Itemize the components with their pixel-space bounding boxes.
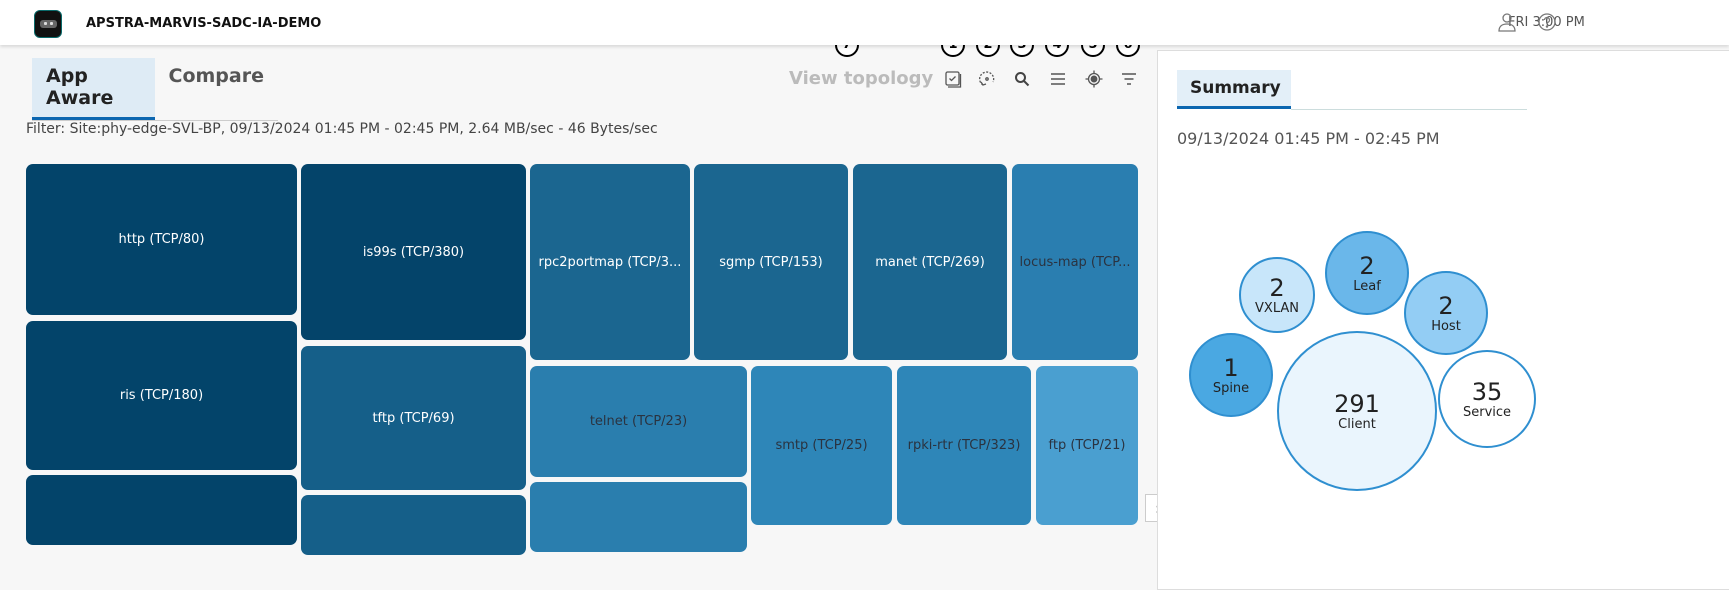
app-logo[interactable] [34,10,62,38]
treemap-tile-ris[interactable]: ris (TCP/180) [26,321,297,470]
bubble-label: Service [1462,404,1512,420]
treemap-tile[interactable] [301,495,526,555]
menu-icon[interactable] [1048,69,1068,89]
bubble-value: 291 [1334,389,1380,418]
bubble-client[interactable]: 291 Client [1277,331,1437,491]
treemap-tile-sgmp[interactable]: sgmp (TCP/153) [694,164,848,360]
filter-summary: Filter: Site:phy-edge-SVL-BP, 09/13/2024… [26,121,658,137]
locate-icon[interactable] [1084,69,1104,89]
org-name: APSTRA-MARVIS-SADC-IA-DEMO [86,16,322,31]
summary-time-range: 09/13/2024 01:45 PM - 02:45 PM [1177,129,1440,148]
treemap-tile[interactable] [530,482,747,552]
bubble-label: Leaf [1353,278,1381,294]
treemap-tile-rpki-rtr[interactable]: rpki-rtr (TCP/323) [897,366,1031,525]
bubble-value: 2 [1438,291,1454,320]
bubble-leaf[interactable]: 2 Leaf [1325,231,1409,315]
treemap-tile-rpc2portmap[interactable]: rpc2portmap (TCP/3... [530,164,690,360]
view-tabs: App Aware Compare [32,58,278,121]
help-icon[interactable] [1537,12,1557,32]
top-bar: APSTRA-MARVIS-SADC-IA-DEMO FRI 3:00 PM [0,0,1729,45]
divider [1291,109,1527,110]
treemap-tile-ftp[interactable]: ftp (TCP/21) [1036,366,1138,525]
bubble-service[interactable]: 35 Service [1438,350,1536,448]
bubble-value: 1 [1223,353,1239,382]
user-icon[interactable] [1497,12,1517,32]
summary-panel: Summary 09/13/2024 01:45 PM - 02:45 PM 2… [1157,50,1729,590]
bubble-spine[interactable]: 1 Spine [1189,333,1273,417]
treemap-tile-is99s[interactable]: is99s (TCP/380) [301,164,526,340]
tab-summary[interactable]: Summary [1177,70,1291,109]
bubble-vxlan[interactable]: 2 VXLAN [1239,257,1315,333]
bubble-value: 35 [1471,377,1503,406]
treemap-tile[interactable] [26,475,297,545]
bubble-value: 2 [1359,251,1375,280]
reset-icon[interactable] [977,69,997,89]
bubble-label: Client [1338,416,1376,432]
treemap-tile-smtp[interactable]: smtp (TCP/25) [751,366,892,525]
treemap-tile-telnet[interactable]: telnet (TCP/23) [530,366,747,477]
treemap-tile-tftp[interactable]: tftp (TCP/69) [301,346,526,490]
treemap-tile-locus-map[interactable]: locus-map (TCP... [1012,164,1138,360]
bubble-host[interactable]: 2 Host [1404,271,1488,355]
bubble-label: VXLAN [1255,300,1299,316]
search-icon[interactable] [1012,69,1032,89]
bubble-label: Host [1431,318,1461,334]
bubble-label: Spine [1212,380,1250,396]
tab-app-aware[interactable]: App Aware [32,58,155,120]
treemap-tile-manet[interactable]: manet (TCP/269) [853,164,1007,360]
view-topology-link[interactable]: View topology [789,68,933,89]
filter-icon[interactable] [1119,69,1139,89]
select-icon[interactable] [943,69,963,89]
bubble-value: 2 [1269,273,1285,302]
tab-compare[interactable]: Compare [155,58,278,120]
treemap-tile-http[interactable]: http (TCP/80) [26,164,297,315]
